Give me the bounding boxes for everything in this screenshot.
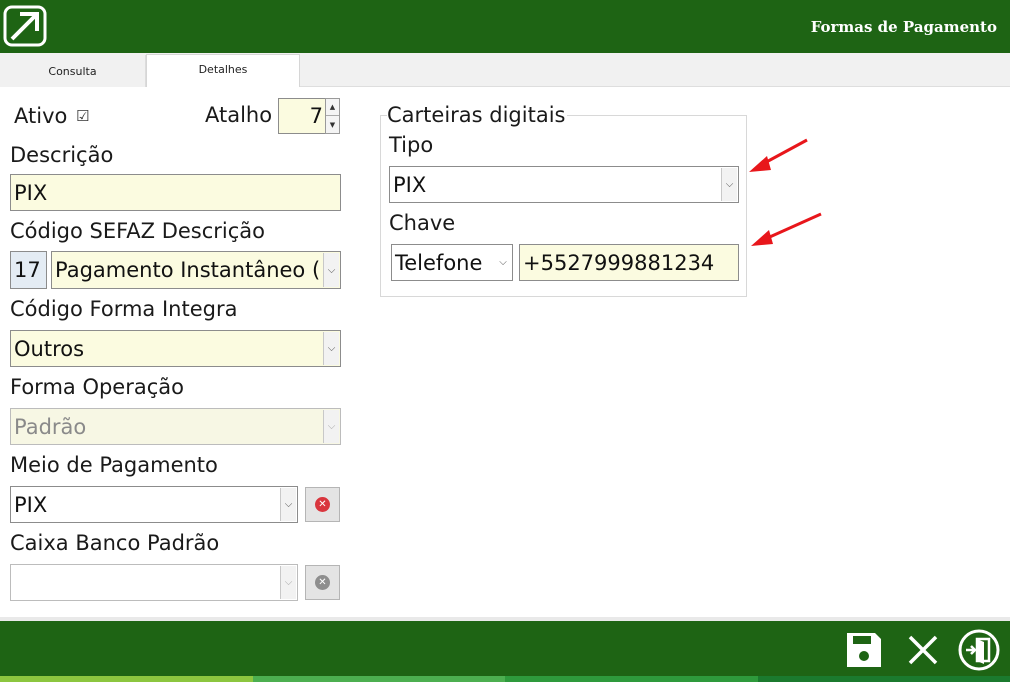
annotation-arrow-icon	[749, 138, 808, 172]
clear-meio-button[interactable]: ✕	[305, 487, 340, 522]
chave-input[interactable]: +5527999881234	[519, 244, 739, 281]
meio-value: PIX	[14, 492, 48, 517]
clear-caixa-button[interactable]: ✕	[305, 565, 340, 600]
tab-bar: Consulta Detalhes	[0, 53, 1010, 87]
sefaz-desc-select[interactable]: Pagamento Instantâneo ( ⌵	[51, 251, 341, 289]
sefaz-desc-value: Pagamento Instantâneo (	[55, 258, 321, 282]
tipo-value: PIX	[393, 172, 427, 197]
chevron-down-icon[interactable]: ⌵	[323, 332, 339, 365]
spin-up-icon[interactable]: ▲	[326, 99, 339, 116]
sefaz-label: Código SEFAZ Descrição	[10, 219, 266, 243]
atalho-spinner[interactable]: ▲ ▼	[325, 98, 340, 134]
remove-icon: ✕	[315, 497, 330, 512]
chevron-down-icon[interactable]: ⌵	[495, 246, 511, 279]
chave-tipo-value: Telefone	[395, 250, 483, 275]
operacao-label: Forma Operação	[10, 375, 184, 399]
ativo-checkbox[interactable]: ☑	[76, 107, 89, 125]
tab-consulta[interactable]: Consulta	[0, 55, 146, 87]
descricao-label: Descrição	[10, 143, 114, 167]
carteiras-title: Carteiras digitais	[387, 103, 568, 127]
strip-segment	[757, 676, 1010, 682]
chevron-down-icon[interactable]: ⌵	[280, 566, 296, 599]
app-header: Formas de Pagamento	[0, 0, 1010, 53]
tipo-select[interactable]: PIX ⌵	[389, 166, 739, 203]
integra-value: Outros	[14, 336, 85, 361]
strip-segment	[0, 676, 253, 682]
footer-color-strip	[0, 676, 1010, 682]
meio-label: Meio de Pagamento	[10, 453, 218, 477]
caixa-select[interactable]: ⌵	[10, 564, 298, 601]
chevron-down-icon[interactable]: ⌵	[721, 168, 737, 201]
strip-segment	[252, 676, 505, 682]
tab-detalhes[interactable]: Detalhes	[146, 54, 300, 87]
chave-tipo-select[interactable]: Telefone ⌵	[391, 244, 513, 281]
spin-down-icon[interactable]: ▼	[326, 116, 339, 133]
integra-select[interactable]: Outros ⌵	[10, 330, 341, 367]
chave-label: Chave	[389, 211, 456, 235]
strip-segment	[505, 676, 758, 682]
annotation-arrow-icon	[751, 212, 822, 246]
exit-button[interactable]	[957, 628, 1001, 672]
descricao-input[interactable]: PIX	[10, 174, 341, 211]
close-icon	[908, 635, 938, 665]
integra-label: Código Forma Integra	[10, 297, 238, 321]
operacao-select: Padrão ⌵	[10, 408, 341, 445]
cancel-button[interactable]	[901, 628, 945, 672]
meio-select[interactable]: PIX ⌵	[10, 486, 298, 523]
tipo-label: Tipo	[389, 133, 434, 157]
caixa-label: Caixa Banco Padrão	[10, 531, 220, 555]
sefaz-code-input[interactable]: 17	[10, 251, 47, 289]
atalho-input[interactable]: 7	[278, 98, 326, 134]
exit-icon	[958, 629, 1000, 671]
save-button[interactable]	[842, 628, 886, 672]
chevron-down-icon[interactable]: ⌵	[323, 253, 339, 287]
ativo-label: Ativo	[14, 104, 68, 128]
operacao-value: Padrão	[14, 414, 87, 439]
save-icon	[847, 633, 881, 667]
chevron-down-icon[interactable]: ⌵	[280, 488, 296, 521]
chevron-down-icon: ⌵	[323, 410, 339, 443]
page-title: Formas de Pagamento	[810, 18, 997, 36]
arrow-up-right-logo-icon	[3, 5, 47, 47]
remove-icon: ✕	[315, 575, 330, 590]
atalho-label: Atalho	[205, 103, 273, 127]
